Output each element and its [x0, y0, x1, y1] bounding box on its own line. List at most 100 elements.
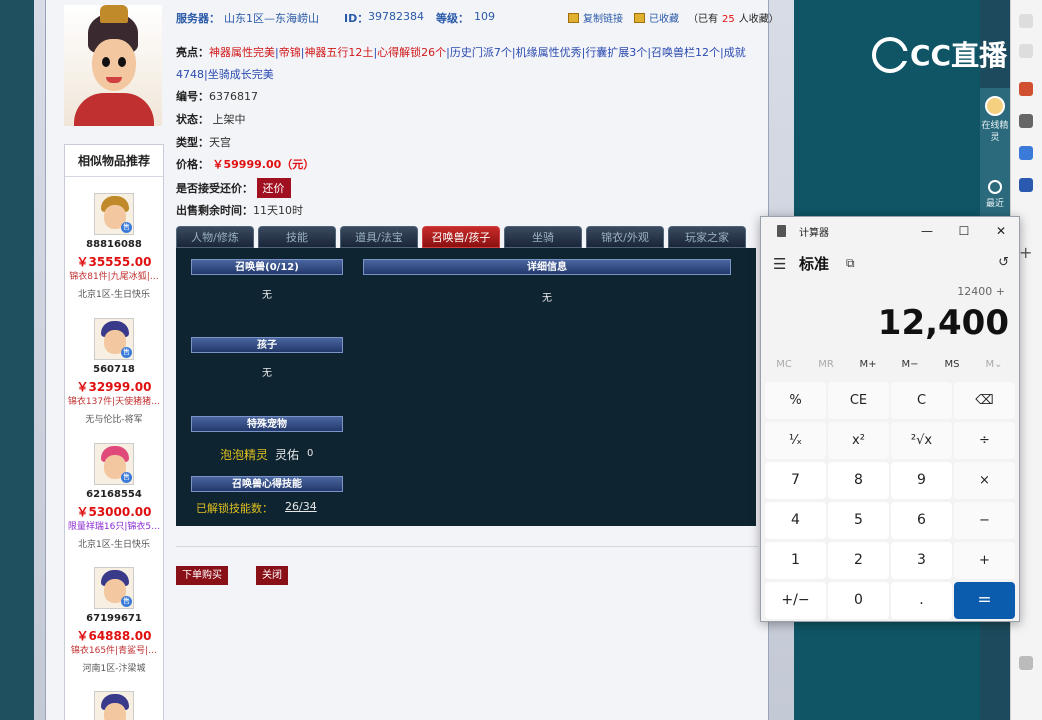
- digit-8-key[interactable]: 8: [828, 462, 889, 499]
- special-pet-name: 泡泡精灵: [220, 448, 269, 462]
- unlocked-skills-link[interactable]: 26/34: [285, 500, 317, 513]
- digit-7-key[interactable]: 7: [765, 462, 826, 499]
- digit-1-key[interactable]: 1: [765, 542, 826, 579]
- backspace-key[interactable]: ⌫: [954, 382, 1015, 419]
- digit-2-key[interactable]: 2: [828, 542, 889, 579]
- sprite-avatar-icon: [985, 96, 1005, 116]
- equals-key[interactable]: =: [954, 582, 1015, 619]
- favorite-button[interactable]: 已收藏: [634, 10, 683, 25]
- memory-row: MC MR M+ M− MS M⌄: [761, 359, 1019, 379]
- subtract-key[interactable]: −: [954, 502, 1015, 539]
- side-online-sprite[interactable]: 在线精灵: [980, 96, 1010, 144]
- page-frame-left: [34, 0, 46, 720]
- status-row: 状态： 上架中: [176, 111, 246, 127]
- mem-store-button[interactable]: MS: [931, 359, 973, 370]
- gift-icon[interactable]: [1019, 82, 1033, 96]
- clear-key[interactable]: C: [891, 382, 952, 419]
- divider: [176, 546, 758, 547]
- recommend-item[interactable]: 售 560718 ￥32999.00 锦衣137件|天使猪猪… 无与伦比-将军: [65, 318, 163, 442]
- highlights-items: 神器属性完美|帝锦|神器五行12土|心得解锁26个|历史门派7个|机缘属性优秀|…: [176, 46, 746, 81]
- serial-value: 6376817: [209, 90, 258, 103]
- mem-clear-button[interactable]: MC: [763, 359, 805, 370]
- tab-mounts[interactable]: 坐骑: [504, 226, 582, 248]
- tab-home[interactable]: 玩家之家: [668, 226, 746, 248]
- highlight-tag: 神器五行12土: [304, 46, 374, 59]
- similar-items-title: 相似物品推荐: [65, 145, 163, 177]
- status-label: 状态：: [176, 113, 209, 126]
- digit-5-key[interactable]: 5: [828, 502, 889, 539]
- server-info-line: 服务器： 山东1区—东海崂山 ID： 39782384 等级： 109 复制链接 已收…: [176, 10, 779, 25]
- add-icon[interactable]: +: [1019, 245, 1033, 261]
- tab-pets[interactable]: 召唤兽/孩子: [422, 226, 500, 248]
- decimal-key[interactable]: .: [891, 582, 952, 619]
- digit-9-key[interactable]: 9: [891, 462, 952, 499]
- close-button[interactable]: 关闭: [256, 566, 288, 585]
- settings-icon[interactable]: [1019, 656, 1033, 670]
- mem-list-button[interactable]: M⌄: [973, 359, 1015, 370]
- calculator-title: 计算器: [799, 228, 829, 239]
- sidebar-app-icon[interactable]: [1019, 44, 1033, 58]
- calculator-titlebar[interactable]: 计算器 — ☐ ✕: [761, 217, 1019, 245]
- mem-add-button[interactable]: M+: [847, 359, 889, 370]
- recommend-item[interactable]: 售 62168554 ￥53000.00 限量祥瑞16只|锦衣5… 北京1区-生…: [65, 443, 163, 567]
- buy-button[interactable]: 下单购买: [176, 566, 228, 585]
- child-header: 孩子: [191, 337, 343, 353]
- server-value: 山东1区—东海崂山: [224, 12, 319, 25]
- square-key[interactable]: x²: [828, 422, 889, 459]
- recommend-item[interactable]: 售 88816088 ￥35555.00 锦衣81件|九尾冰狐|… 北京1区-生…: [65, 193, 163, 317]
- calculator-mode: 标准: [799, 255, 830, 273]
- detail-header: 详细信息: [363, 259, 731, 275]
- minimize-button[interactable]: —: [909, 219, 945, 243]
- copy-link-button[interactable]: 复制链接: [568, 10, 627, 25]
- keep-on-top-icon[interactable]: ⧉: [846, 256, 855, 271]
- recommend-price: ￥64888.00: [76, 629, 152, 643]
- tab-outfits[interactable]: 锦衣/外观: [586, 226, 664, 248]
- clear-entry-key[interactable]: CE: [828, 382, 889, 419]
- id-value: 39782384: [368, 10, 424, 23]
- divide-key[interactable]: ÷: [954, 422, 1015, 459]
- recommend-price: ￥32999.00: [76, 380, 152, 394]
- desktop-background-left: [0, 0, 34, 720]
- negate-key[interactable]: +/−: [765, 582, 826, 619]
- clock-icon: [988, 180, 1002, 194]
- tab-skills[interactable]: 技能: [258, 226, 336, 248]
- calculator-keypad: % CE C ⌫ ¹⁄ₓ x² ²√x ÷ 7 8 9 × 4 5 6 − 1 …: [765, 382, 1017, 620]
- mem-recall-button[interactable]: MR: [805, 359, 847, 370]
- user-icon[interactable]: [1019, 114, 1033, 128]
- recommend-desc: 限量祥瑞16只|锦衣5…: [67, 522, 161, 532]
- outlook-icon[interactable]: [1019, 178, 1033, 192]
- recommend-id: 67199671: [86, 613, 142, 624]
- history-icon[interactable]: ↺: [998, 255, 1009, 270]
- sqrt-key[interactable]: ²√x: [891, 422, 952, 459]
- side-recent[interactable]: 最近: [980, 180, 1010, 210]
- digit-4-key[interactable]: 4: [765, 502, 826, 539]
- fav-count-number: 25: [722, 14, 735, 25]
- sidebar-app-icon[interactable]: [1019, 14, 1033, 28]
- mem-subtract-button[interactable]: M−: [889, 359, 931, 370]
- detail-value: 无: [542, 293, 552, 304]
- percent-key[interactable]: %: [765, 382, 826, 419]
- recommend-desc: 锦衣81件|九尾冰狐|…: [69, 272, 159, 282]
- special-pet-header: 特殊宠物: [191, 416, 343, 432]
- sync-icon[interactable]: [1019, 146, 1033, 160]
- calculator-display: 12,400: [877, 303, 1009, 343]
- tab-character[interactable]: 人物/修炼: [176, 226, 254, 248]
- maximize-button[interactable]: ☐: [946, 219, 982, 243]
- highlight-tag: 机缘属性优秀: [515, 46, 582, 59]
- fav-count: （已有 25 人收藏）: [688, 10, 783, 25]
- tab-items[interactable]: 道具/法宝: [340, 226, 418, 248]
- multiply-key[interactable]: ×: [954, 462, 1015, 499]
- digit-0-key[interactable]: 0: [828, 582, 889, 619]
- digit-6-key[interactable]: 6: [891, 502, 952, 539]
- recommend-item[interactable]: 售 67199671 ￥64888.00 锦衣165件|青鲨号|… 河南1区-汴…: [65, 567, 163, 691]
- close-window-button[interactable]: ✕: [983, 219, 1019, 243]
- reciprocal-key[interactable]: ¹⁄ₓ: [765, 422, 826, 459]
- menu-icon[interactable]: ☰: [773, 255, 786, 273]
- favorite-icon: [634, 13, 645, 23]
- add-key[interactable]: +: [954, 542, 1015, 579]
- favorite-label: 已收藏: [649, 14, 679, 25]
- recommend-thumbnail[interactable]: [94, 691, 134, 720]
- recommend-desc: 锦衣137件|天使猪猪…: [67, 397, 161, 407]
- digit-3-key[interactable]: 3: [891, 542, 952, 579]
- counter-offer-button[interactable]: 还价: [256, 178, 291, 198]
